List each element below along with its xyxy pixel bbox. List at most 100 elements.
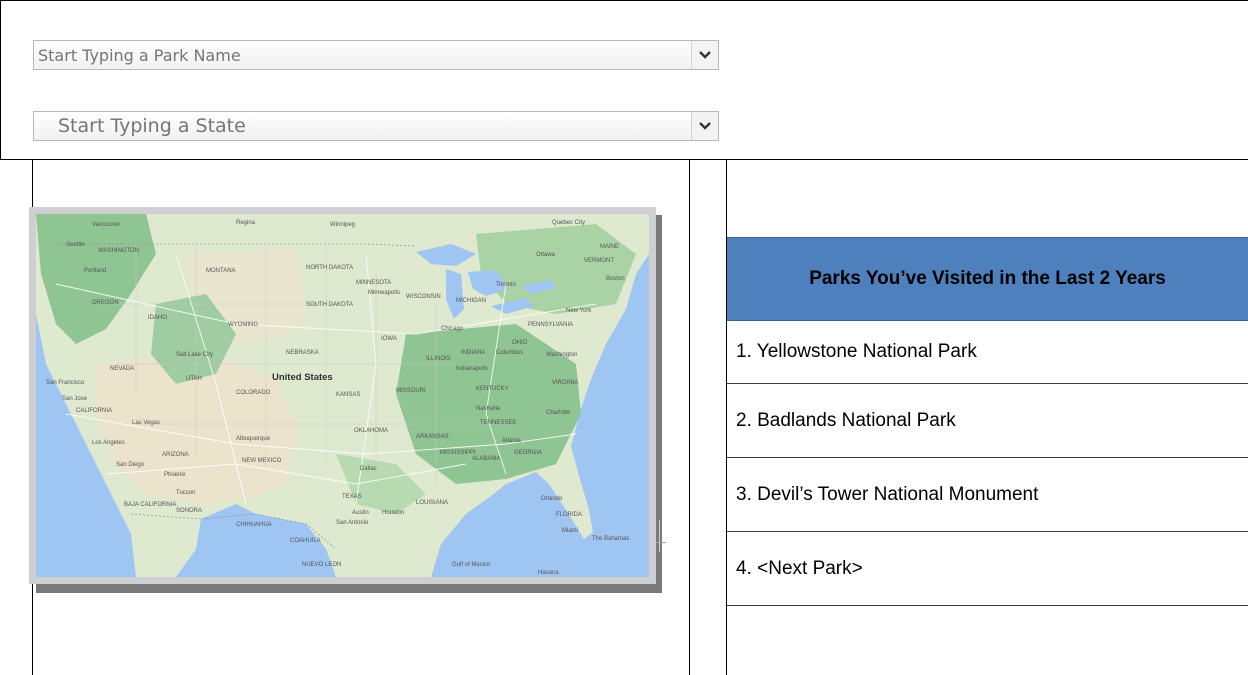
map-label: Seattle	[66, 242, 85, 248]
visited-park-label: 1. Yellowstone National Park	[736, 341, 977, 362]
map-label: Atlanta	[502, 438, 521, 444]
park-name-input[interactable]	[34, 41, 694, 69]
map-label: NUEVO LEON	[302, 562, 341, 568]
park-dropdown-button[interactable]	[691, 41, 718, 69]
map-label: NEBRASKA	[286, 350, 319, 356]
map-label: FLORIDA	[556, 512, 582, 518]
map-label: IOWA	[381, 336, 397, 342]
map-label: San Francisco	[46, 380, 85, 386]
map-label: Regina	[236, 220, 256, 226]
map-label: MONTANA	[206, 268, 236, 274]
map-label: Albuquerque	[236, 436, 271, 442]
map-label: MICHIGAN	[456, 298, 486, 304]
map-label: VERMONT	[584, 258, 614, 264]
map-label: CALIFORNIA	[76, 408, 112, 414]
map-label: The Bahamas	[592, 536, 629, 542]
map-label: Las Vegas	[132, 420, 160, 426]
map-label: Winnipeg	[330, 222, 355, 228]
map-label: ILLINOIS	[426, 356, 451, 362]
us-map: Vancouver Seattle Portland WASHINGTON OR…	[36, 214, 649, 577]
map-label: Tucson	[176, 490, 195, 496]
map-label: Dallas	[360, 466, 377, 472]
map-label: UTAH	[186, 376, 202, 382]
map-label: PENNSYLVANIA	[528, 322, 573, 328]
frame-column-divider-1	[689, 159, 690, 675]
visited-park-row: 2. Badlands National Park	[727, 384, 1248, 458]
map-label: COAHUILA	[290, 538, 321, 544]
visited-park-row: 3. Devil’s Tower National Monument	[727, 458, 1248, 532]
map-label: BAJA CALIFORNIA	[124, 502, 176, 508]
map-label: VIRGINIA	[552, 380, 578, 386]
map-label: Boston	[606, 276, 625, 282]
map-label: Washington	[546, 352, 577, 358]
map-label: San Jose	[62, 396, 88, 402]
map-label: Ottawa	[536, 252, 556, 258]
map-label: Portland	[84, 268, 106, 274]
map-label: TENNESSEE	[480, 420, 516, 426]
us-map-image: Vancouver Seattle Portland WASHINGTON OR…	[29, 207, 656, 584]
visited-park-label: 2. Badlands National Park	[736, 409, 956, 431]
map-label: Havana	[538, 570, 559, 576]
map-label: Chicago	[441, 326, 464, 332]
map-label: ARIZONA	[162, 452, 189, 458]
map-label: ARKANSAS	[416, 434, 449, 440]
map-label: Minneapolis	[368, 290, 400, 296]
state-dropdown-button[interactable]	[691, 112, 718, 140]
visited-park-row: 1. Yellowstone National Park	[727, 321, 1248, 384]
map-label: WYOMING	[228, 322, 258, 328]
visited-parks-header: Parks You’ve Visited in the Last 2 Years	[727, 237, 1248, 321]
map-label: Toronto	[496, 282, 517, 288]
map-label: GEORGIA	[514, 450, 542, 456]
chevron-down-icon	[699, 122, 711, 130]
map-label: OKLAHOMA	[354, 428, 388, 434]
map-label: WISCONSIN	[406, 294, 441, 300]
map-edge-tick-vertical	[659, 520, 660, 552]
map-label: LOUISIANA	[416, 500, 448, 506]
map-label: Nashville	[476, 406, 501, 412]
chevron-down-icon	[699, 51, 711, 59]
frame-top-border	[0, 0, 1248, 1]
state-combobox[interactable]	[33, 111, 719, 141]
visited-park-label: 3. Devil’s Tower National Monument	[736, 483, 1039, 505]
visited-park-row: 4. <Next Park>	[727, 532, 1248, 606]
map-label: NORTH DAKOTA	[306, 265, 353, 271]
map-label: Los Angeles	[92, 440, 125, 446]
map-label: Indianapolis	[456, 366, 488, 372]
map-label: MINNESOTA	[356, 280, 391, 286]
state-input[interactable]	[34, 112, 694, 140]
map-label: TEXAS	[342, 494, 362, 500]
visited-park-label: 4. <Next Park>	[736, 557, 863, 579]
map-label: San Antonio	[336, 520, 369, 526]
map-label: CHIHUAHUA	[236, 522, 272, 528]
map-label: ALABAMA	[472, 456, 500, 462]
map-label: Quebec City	[552, 220, 585, 226]
map-label: WASHINGTON	[98, 248, 139, 254]
map-label: NEW MEXICO	[242, 458, 282, 464]
map-label: Salt Lake City	[176, 352, 213, 358]
map-label: NEVADA	[110, 366, 134, 372]
map-edge-tick	[656, 542, 666, 543]
map-label: New York	[566, 308, 592, 314]
map-label: Austin	[352, 510, 369, 516]
map-label: KENTUCKY	[476, 386, 509, 392]
map-label: COLORADO	[236, 390, 271, 396]
visited-parks-title: Parks You’ve Visited in the Last 2 Years	[809, 268, 1166, 289]
map-label: OREGON	[92, 300, 119, 306]
map-label: OHIO	[512, 340, 528, 346]
park-name-combobox[interactable]	[33, 40, 719, 70]
map-label: Gulf of Mexico	[452, 562, 491, 568]
map-country-label: United States	[272, 372, 333, 383]
map-label: INDIANA	[461, 350, 485, 356]
map-label: Orlando	[541, 496, 563, 502]
map-label: KANSAS	[336, 392, 360, 398]
map-label: SOUTH DAKOTA	[306, 302, 353, 308]
map-label: IDAHO	[148, 315, 167, 321]
map-label: San Diego	[116, 462, 145, 468]
map-label: Columbus	[496, 350, 523, 356]
frame-left-border	[0, 0, 1, 160]
map-label: Houston	[382, 510, 404, 516]
map-label: Phoenix	[164, 472, 186, 478]
map-label: Vancouver	[92, 222, 120, 228]
map-label: MAINE	[600, 244, 619, 250]
map-label: SONORA	[176, 508, 202, 514]
